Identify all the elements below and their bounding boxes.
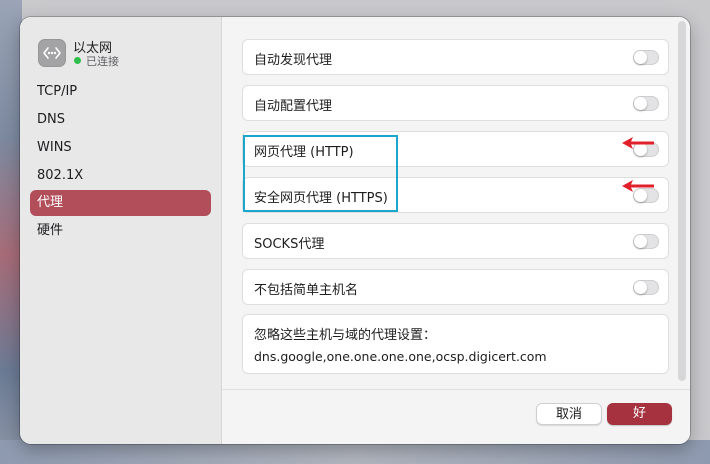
bypass-hosts-label: 忽略这些主机与域的代理设置： — [254, 328, 437, 343]
proxy-label: SOCKS代理 — [254, 237, 325, 252]
bypass-hosts-field[interactable]: 忽略这些主机与域的代理设置： dns.google,one.one.one.on… — [242, 314, 669, 374]
auto-discovery-toggle[interactable] — [633, 50, 659, 65]
proxy-label: 安全网页代理 (HTTPS) — [254, 191, 388, 206]
proxy-row-https: 安全网页代理 (HTTPS) — [242, 177, 669, 213]
proxy-label: 自动发现代理 — [254, 53, 333, 68]
annotation-arrow-icon — [622, 137, 654, 149]
network-settings-sheet: 以太网 已连接 TCP/IP DNS WINS 802.1X 代理 硬件 自动发… — [20, 17, 690, 444]
footer-divider — [222, 389, 690, 390]
socks-proxy-toggle[interactable] — [633, 234, 659, 249]
proxy-row-http: 网页代理 (HTTP) — [242, 131, 669, 167]
cancel-button[interactable]: 取消 — [536, 403, 602, 425]
ok-button[interactable]: 好 — [607, 403, 672, 425]
sidebar-item-proxies[interactable]: 代理 — [30, 190, 211, 216]
sidebar-item-tcpip[interactable]: TCP/IP — [30, 79, 211, 105]
proxy-row-socks: SOCKS代理 — [242, 223, 669, 259]
desktop-backdrop — [0, 0, 22, 464]
proxy-label: 不包括简单主机名 — [254, 283, 359, 298]
toggle-knob — [634, 235, 647, 248]
toggle-knob — [634, 51, 647, 64]
status-indicator-dot — [74, 57, 81, 64]
sidebar: 以太网 已连接 TCP/IP DNS WINS 802.1X 代理 硬件 — [20, 17, 222, 444]
sidebar-item-wins[interactable]: WINS — [30, 135, 211, 161]
annotation-arrow-icon — [622, 180, 654, 192]
proxy-label: 自动配置代理 — [254, 99, 333, 114]
interface-status: 已连接 — [86, 55, 119, 68]
proxy-settings-panel: 自动发现代理 自动配置代理 网页代理 (HTTP) 安全网页代理 (HTTPS)… — [222, 17, 690, 444]
exclude-simple-hostnames-toggle[interactable] — [633, 280, 659, 295]
proxy-row-auto-config: 自动配置代理 — [242, 85, 669, 121]
proxy-row-exclude-simple-hostnames: 不包括简单主机名 — [242, 269, 669, 305]
auto-config-toggle[interactable] — [633, 96, 659, 111]
toggle-knob — [634, 281, 647, 294]
bypass-hosts-value[interactable]: dns.google,one.one.one.one,ocsp.digicert… — [254, 349, 547, 364]
proxy-label: 网页代理 (HTTP) — [254, 145, 354, 160]
toggle-knob — [634, 97, 647, 110]
sidebar-item-hardware[interactable]: 硬件 — [30, 218, 211, 244]
proxy-row-auto-discovery: 自动发现代理 — [242, 39, 669, 75]
ethernet-icon — [38, 39, 66, 67]
scrollbar[interactable] — [678, 21, 686, 381]
sidebar-item-dns[interactable]: DNS — [30, 107, 211, 133]
sidebar-item-8021x[interactable]: 802.1X — [30, 163, 211, 189]
